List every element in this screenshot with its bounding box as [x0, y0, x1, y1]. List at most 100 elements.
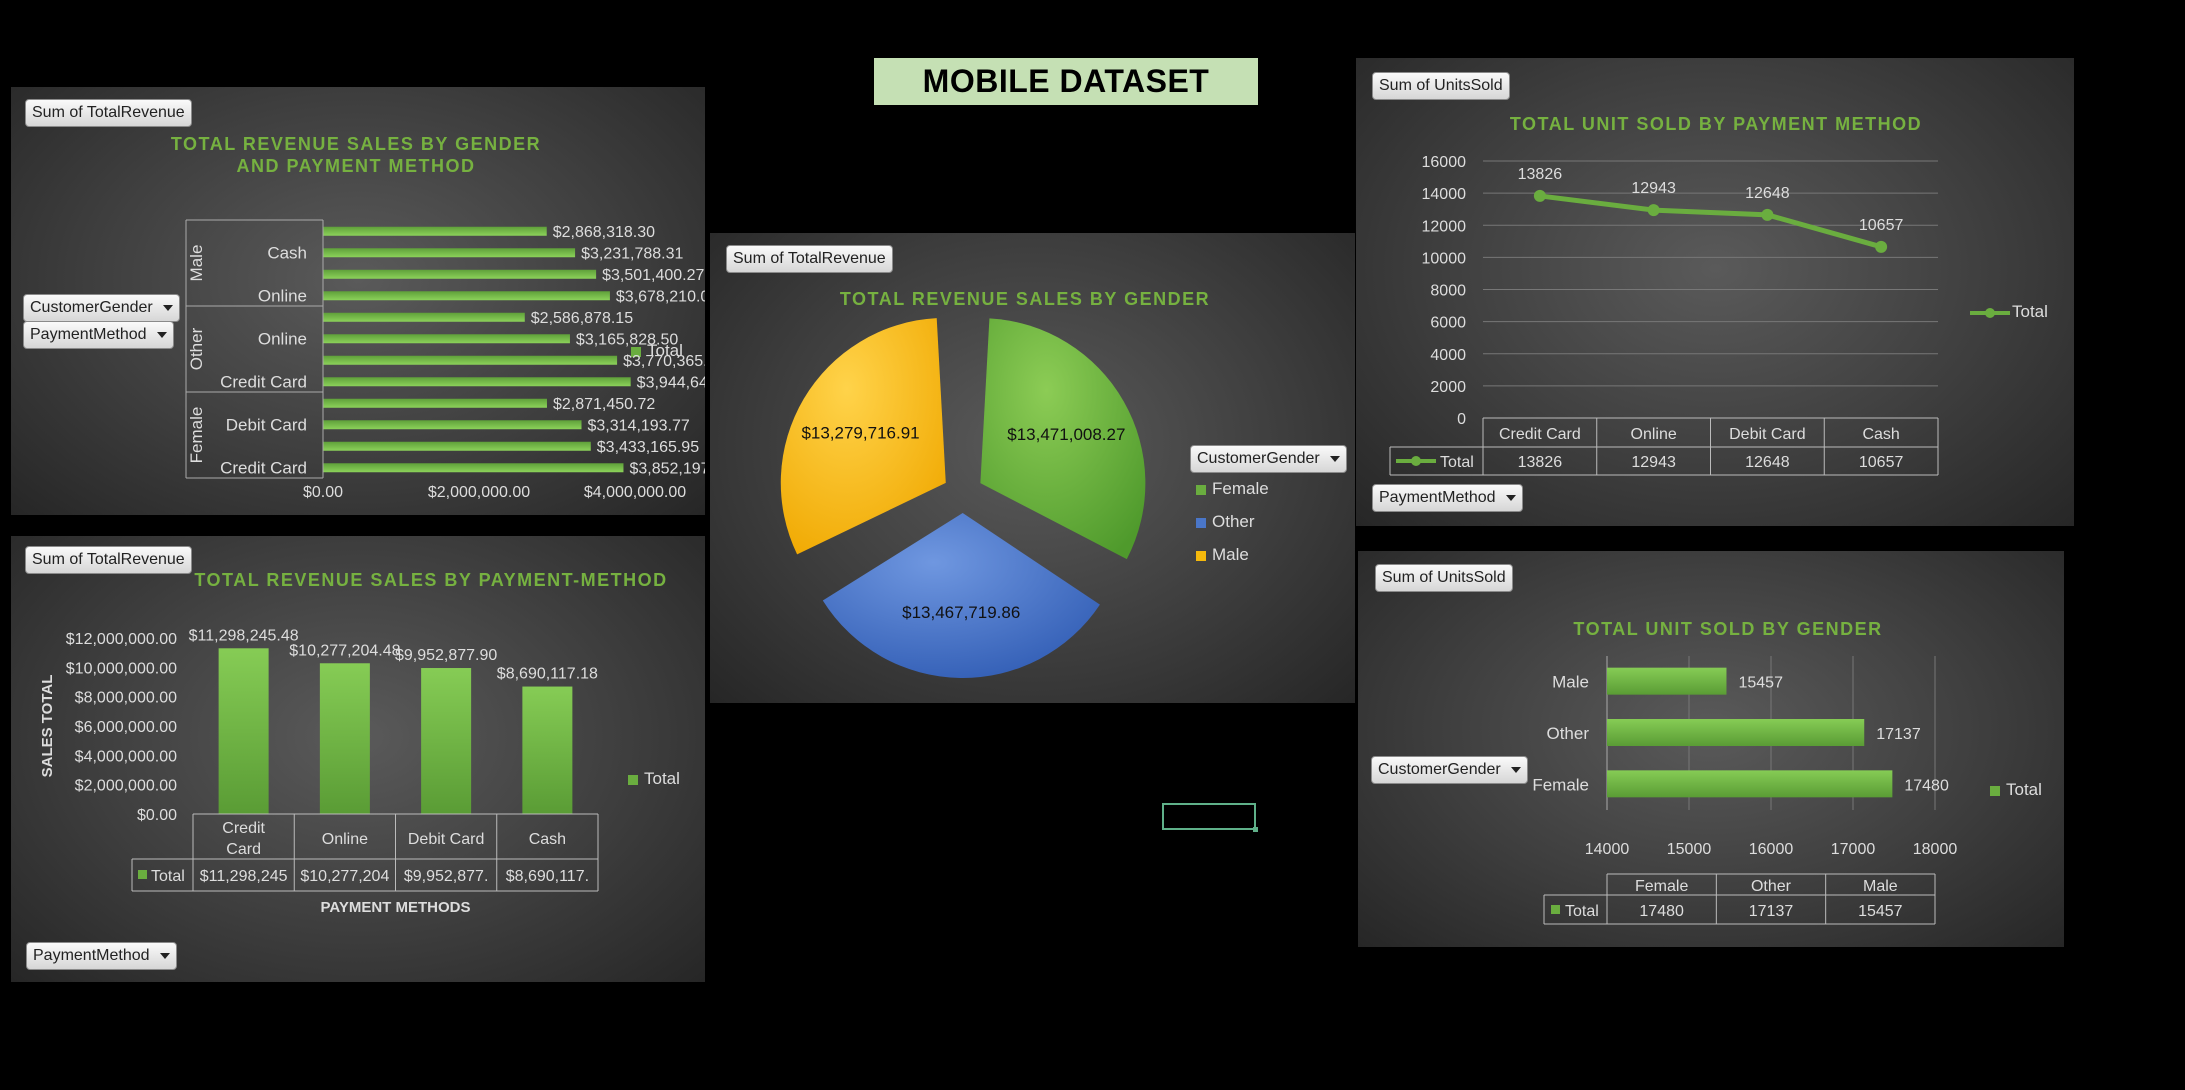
table-cell: 15457 — [1858, 903, 1903, 920]
data-label: $13,279,716.91 — [801, 423, 919, 442]
category-label: Online — [258, 286, 307, 305]
units-payment-line-chart: 0 2000 4000 6000 8000 10000 12000 14000 16000 138… — [1389, 154, 1939, 476]
chart-gender-payment-panel[interactable]: Sum of TotalRevenue TOTAL REVENUE SALES … — [11, 87, 705, 515]
x-tick-label: 14000 — [1585, 841, 1630, 858]
y-tick-label: 10000 — [1422, 250, 1467, 267]
y-tick-label: 4000 — [1430, 347, 1466, 364]
y-axis-label: SALES TOTAL — [39, 675, 56, 778]
data-point — [1761, 208, 1774, 221]
bar — [1607, 770, 1893, 798]
y-tick-label: $12,000,000.00 — [66, 631, 177, 648]
group-label: Other — [187, 327, 206, 370]
data-point — [1647, 204, 1660, 217]
data-label: $11,298,245.48 — [189, 627, 299, 644]
x-tick-label: 18000 — [1913, 841, 1958, 858]
data-label: 17137 — [1876, 726, 1921, 743]
data-label: $3,678,210.03 — [616, 288, 705, 305]
data-label: 15457 — [1738, 675, 1783, 692]
x-tick-label: 17000 — [1831, 841, 1876, 858]
bar — [323, 269, 597, 279]
pie-slice — [822, 512, 1100, 678]
data-label: $9,952,877.90 — [395, 647, 497, 664]
bar — [323, 248, 576, 258]
category-label: Online — [322, 831, 368, 848]
y-tick-label: $10,000,000.00 — [66, 660, 177, 677]
table-row-label: Total — [1440, 454, 1474, 471]
table-legend-marker — [1411, 456, 1421, 466]
bar — [323, 420, 582, 430]
table-cell: $9,952,877. — [404, 868, 489, 885]
chart-units-gender-panel[interactable]: Sum of UnitsSold TOTAL UNIT SOLD BY GEND… — [1358, 551, 2064, 947]
x-tick-label: $2,000,000.00 — [428, 484, 530, 501]
y-tick-label: $4,000,000.00 — [75, 748, 177, 765]
gender-pie-chart: $13,471,008.27 $13,467,719.86 $13,279,716.… — [780, 318, 1146, 678]
y-tick-label: 14000 — [1422, 186, 1467, 203]
x-tick-label: $0.00 — [303, 484, 343, 501]
category-label: Female — [1532, 775, 1589, 794]
group-label: Female — [187, 407, 206, 464]
bar — [323, 441, 591, 451]
table-cell: 17480 — [1639, 903, 1684, 920]
table-cell: $10,277,204 — [300, 868, 389, 885]
y-tick-label: 2000 — [1430, 379, 1466, 396]
category-label: Online — [1631, 426, 1677, 443]
x-axis-label: PAYMENT METHODS — [320, 899, 470, 916]
series-line — [1537, 193, 1884, 250]
dashboard-title: MOBILE DATASET — [874, 58, 1258, 105]
category-label: Credit Card — [220, 458, 307, 477]
category-label: Cash — [529, 831, 566, 848]
x-tick-label: 16000 — [1749, 841, 1794, 858]
category-label: Cash — [1862, 426, 1899, 443]
y-tick-label: $2,000,000.00 — [75, 778, 177, 795]
x-tick-label: $4,000,000.00 — [584, 484, 686, 501]
data-label: $3,852,197.83 — [629, 460, 705, 477]
bar — [1607, 719, 1865, 746]
data-label: $13,471,008.27 — [1007, 425, 1125, 444]
category-label: Online — [258, 329, 307, 348]
data-label: $3,165,828.50 — [576, 331, 678, 348]
chart-units-payment-panel[interactable]: Sum of UnitsSold TOTAL UNIT SOLD BY PAYM… — [1356, 58, 2074, 526]
selected-cell[interactable] — [1162, 803, 1258, 832]
bar — [323, 355, 618, 365]
category-label: Credit Card — [1499, 426, 1581, 443]
data-point — [1533, 189, 1546, 202]
table-cell: $11,298,245 — [200, 868, 288, 885]
data-label: $2,868,318.30 — [553, 224, 655, 241]
table-header: Female — [1635, 878, 1688, 895]
chart-gender-pie-panel[interactable]: Sum of TotalRevenue TOTAL REVENUE SALES … — [710, 233, 1355, 703]
category-label: Debit Card — [1729, 426, 1805, 443]
table-cell: 12943 — [1631, 454, 1676, 471]
data-label: 12943 — [1631, 180, 1676, 197]
table-cell: 12648 — [1745, 454, 1790, 471]
x-tick-label: 15000 — [1667, 841, 1712, 858]
table-row-label: Total — [1565, 903, 1599, 920]
category-label: Cash — [267, 243, 307, 262]
y-tick-label: 0 — [1457, 411, 1466, 428]
y-tick-label: 12000 — [1422, 218, 1467, 235]
category-label: Card — [226, 841, 261, 858]
data-label: 10657 — [1859, 217, 1904, 234]
category-label: Credit Card — [220, 372, 307, 391]
category-label: Other — [1546, 724, 1589, 743]
bar — [319, 663, 370, 814]
table-legend-swatch — [138, 870, 147, 879]
data-label: 13826 — [1518, 166, 1563, 183]
data-label: 12648 — [1745, 185, 1790, 202]
y-tick-label: 8000 — [1430, 283, 1466, 300]
group-label: Male — [187, 245, 206, 282]
table-row-label: Total — [151, 868, 185, 885]
category-label: Credit — [222, 820, 265, 837]
y-tick-label: $8,000,000.00 — [75, 690, 177, 707]
data-label: $2,586,878.15 — [531, 310, 633, 327]
data-label: $3,314,193.77 — [588, 417, 690, 434]
data-label: $3,501,400.27 — [602, 267, 704, 284]
data-label: $3,231,788.31 — [581, 245, 683, 262]
data-label: $10,277,204.48 — [289, 642, 400, 659]
bar — [522, 686, 573, 814]
y-tick-label: $0.00 — [137, 807, 177, 824]
table-header: Male — [1863, 878, 1898, 895]
chart-payment-method-panel[interactable]: Sum of TotalRevenue TOTAL REVENUE SALES … — [11, 536, 705, 982]
data-label: $8,690,117.18 — [497, 666, 598, 683]
table-cell: 13826 — [1518, 454, 1563, 471]
data-label: 17480 — [1904, 777, 1949, 794]
